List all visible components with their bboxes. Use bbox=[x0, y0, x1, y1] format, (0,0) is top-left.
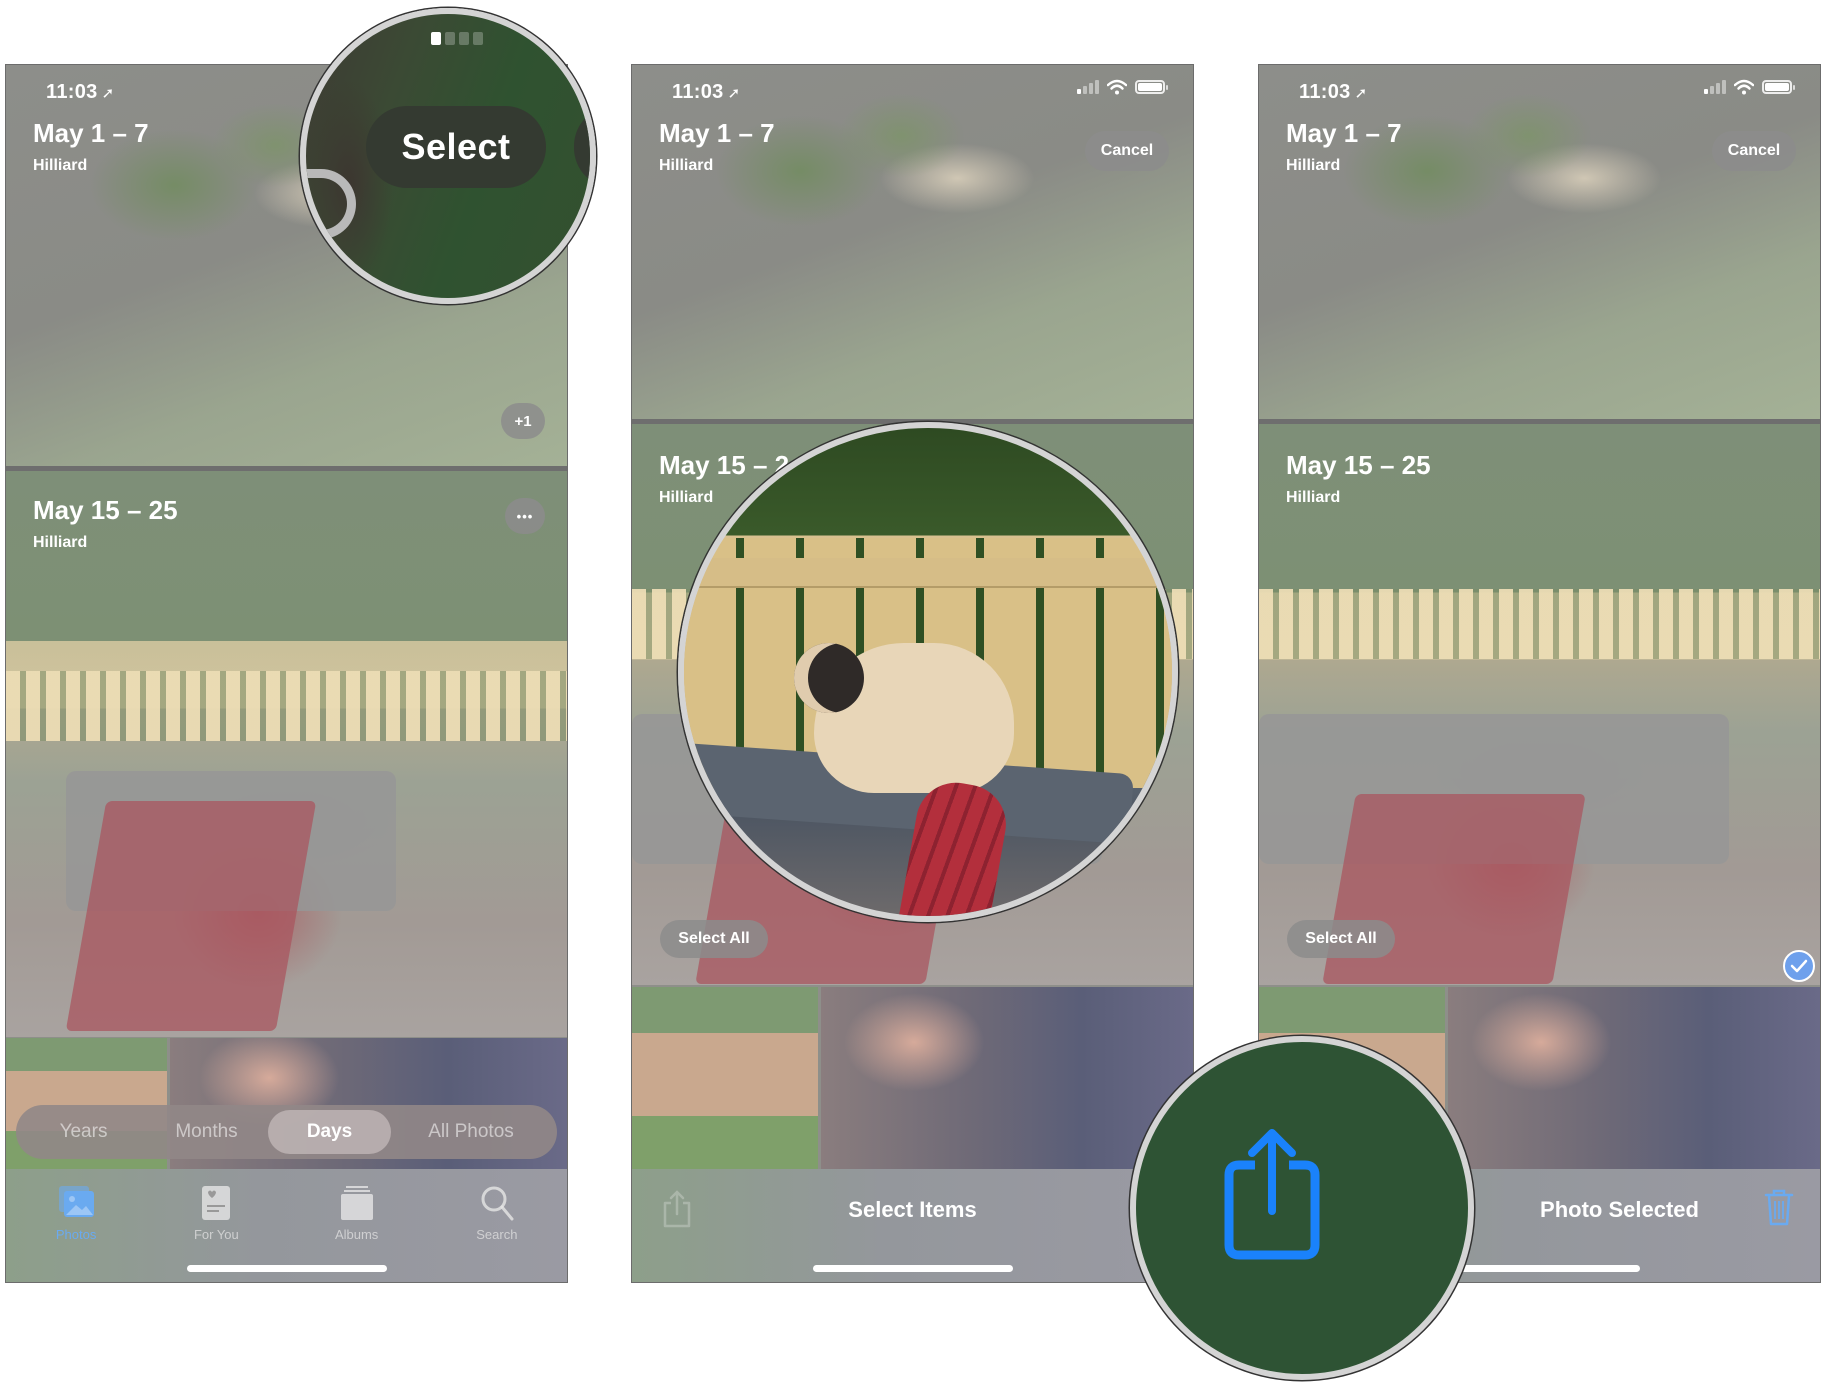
red-chair bbox=[65, 801, 317, 1031]
section-title: May 1 – 7 bbox=[33, 118, 149, 148]
tab-search[interactable]: Search bbox=[427, 1183, 567, 1242]
segment-months[interactable]: Months bbox=[145, 1110, 268, 1154]
status-time: 11:03 ➚ bbox=[1299, 81, 1368, 103]
section-title: May 1 – 7 bbox=[1286, 118, 1402, 148]
tab-photos[interactable]: Photos bbox=[6, 1183, 146, 1242]
photo-may-15-25-selected[interactable] bbox=[1259, 424, 1820, 985]
selection-toolbar: Select Items bbox=[632, 1169, 1193, 1282]
photo-may-15-25[interactable] bbox=[6, 471, 567, 1037]
cellular-signal-icon bbox=[431, 32, 483, 45]
thumbnail[interactable] bbox=[1448, 987, 1820, 1171]
section-title: May 1 – 7 bbox=[659, 118, 775, 148]
section-title: May 15 – 2 bbox=[659, 450, 790, 480]
wifi-icon bbox=[1734, 79, 1754, 95]
wifi-icon bbox=[1107, 79, 1127, 95]
location-arrow-icon: ➚ bbox=[1354, 85, 1368, 102]
section-location: Hilliard bbox=[1286, 489, 1341, 506]
home-indicator bbox=[812, 1265, 1013, 1272]
status-time: 11:03 ➚ bbox=[672, 81, 741, 103]
magnifier-select-button: Select bbox=[300, 8, 596, 304]
tab-label: Albums bbox=[334, 1227, 379, 1242]
section-location: Hilliard bbox=[1286, 157, 1341, 174]
more-options-button[interactable]: ••• bbox=[505, 498, 545, 534]
section-title: May 15 – 25 bbox=[1286, 450, 1431, 480]
toolbar-status-text: Photo Selected bbox=[1540, 1197, 1699, 1222]
albums-icon bbox=[340, 1186, 373, 1220]
thumbnail[interactable] bbox=[821, 987, 1193, 1171]
tab-for-you[interactable]: For You bbox=[146, 1183, 286, 1242]
fence bbox=[1259, 589, 1820, 659]
tab-albums[interactable]: Albums bbox=[287, 1183, 427, 1242]
search-icon bbox=[481, 1186, 514, 1221]
tab-label: Photos bbox=[55, 1227, 97, 1242]
pug-tail bbox=[306, 169, 356, 239]
status-icons bbox=[1077, 79, 1168, 95]
for-you-icon bbox=[202, 1186, 231, 1220]
segment-all-photos[interactable]: All Photos bbox=[391, 1110, 551, 1154]
battery-icon bbox=[1135, 80, 1168, 94]
battery-icon bbox=[1762, 80, 1795, 94]
home-indicator bbox=[1439, 1265, 1640, 1272]
magnifier-share-button bbox=[1130, 1036, 1474, 1380]
tab-bar: Photos For You Albums Search bbox=[6, 1169, 567, 1282]
fence bbox=[6, 671, 567, 741]
home-indicator bbox=[186, 1265, 387, 1272]
section-location: Hilliard bbox=[33, 534, 88, 551]
cancel-button[interactable]: Cancel bbox=[1085, 131, 1169, 171]
photos-icon bbox=[59, 1186, 95, 1217]
section-location: Hilliard bbox=[659, 489, 714, 506]
view-segmented-control: Years Months Days All Photos bbox=[16, 1105, 557, 1159]
cellular-signal-icon bbox=[1704, 80, 1726, 94]
section-title: May 15 – 25 bbox=[33, 495, 178, 525]
adjacent-button bbox=[574, 106, 590, 188]
location-arrow-icon: ➚ bbox=[101, 85, 115, 102]
thumbnail[interactable] bbox=[632, 987, 818, 1171]
section-location: Hilliard bbox=[659, 157, 714, 174]
toolbar-status-text: Select Items bbox=[848, 1197, 977, 1222]
status-time: 11:03 ➚ bbox=[46, 81, 115, 103]
segment-days[interactable]: Days bbox=[268, 1110, 392, 1154]
select-all-button[interactable]: Select All bbox=[660, 920, 768, 958]
trash-icon[interactable] bbox=[1762, 1187, 1796, 1227]
segment-years[interactable]: Years bbox=[22, 1110, 145, 1154]
share-icon[interactable] bbox=[1217, 1127, 1327, 1267]
thumbnail-row bbox=[632, 987, 1193, 1171]
section-location: Hilliard bbox=[33, 157, 88, 174]
tab-label: For You bbox=[193, 1227, 239, 1242]
select-button[interactable]: Select bbox=[366, 106, 546, 188]
selected-checkmark-icon[interactable] bbox=[1783, 950, 1815, 982]
checkmark-icon bbox=[1790, 959, 1808, 973]
cancel-button[interactable]: Cancel bbox=[1712, 131, 1796, 171]
pug-head bbox=[794, 643, 864, 713]
cellular-signal-icon bbox=[1077, 80, 1099, 94]
more-photos-badge[interactable]: +1 bbox=[501, 403, 545, 439]
location-arrow-icon: ➚ bbox=[727, 85, 741, 102]
select-all-button[interactable]: Select All bbox=[1287, 920, 1395, 958]
status-icons bbox=[1704, 79, 1795, 95]
magnifier-selected-photo bbox=[678, 422, 1178, 922]
fence-rail bbox=[684, 558, 1172, 588]
tab-label: Search bbox=[476, 1227, 518, 1242]
